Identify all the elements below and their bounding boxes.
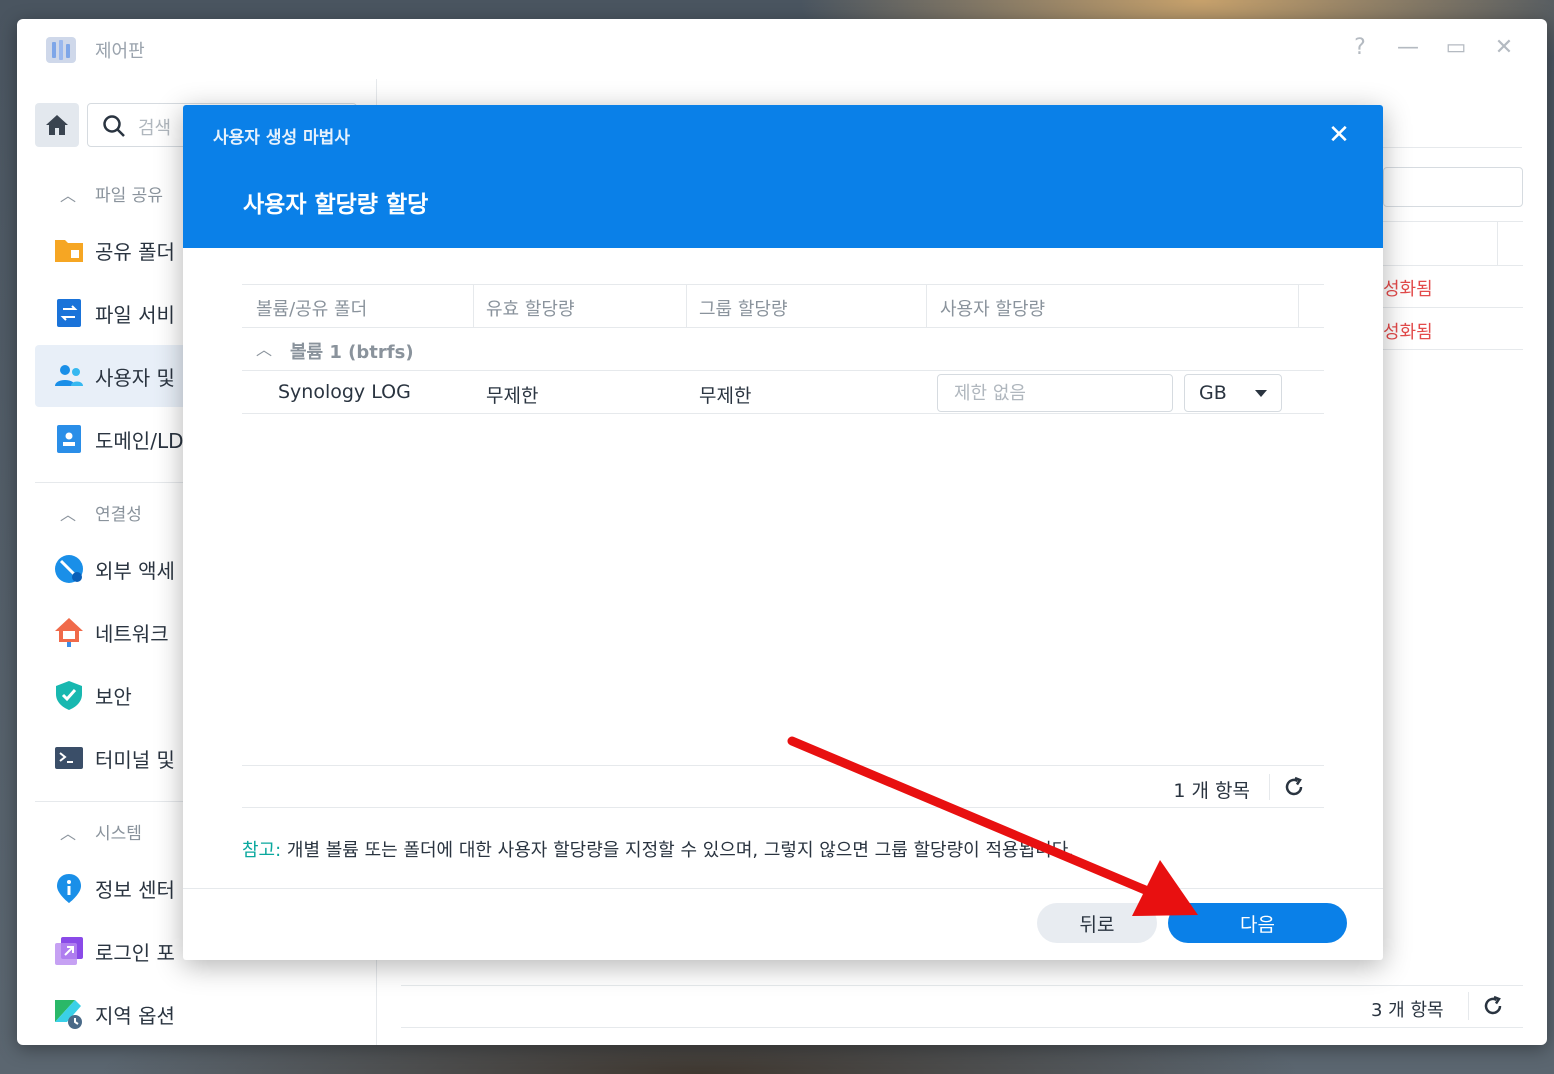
terminal-icon — [55, 747, 83, 769]
section-file-sharing[interactable]: ︿ 파일 공유 — [57, 181, 163, 207]
refresh-icon[interactable] — [1282, 775, 1306, 799]
folder-icon — [55, 240, 83, 262]
bg-item-count: 3 개 항목 — [1371, 1000, 1444, 1021]
home-button[interactable] — [35, 103, 79, 147]
search-placeholder: 검색 — [138, 118, 172, 139]
network-house-icon — [55, 618, 83, 647]
footer-divider — [183, 888, 1383, 889]
close-window-icon[interactable]: ✕ — [1489, 33, 1519, 63]
user-quota-input[interactable] — [937, 374, 1173, 412]
table-footer: 1 개 항목 — [242, 765, 1324, 808]
maximize-icon[interactable]: ▭ — [1441, 33, 1471, 63]
close-icon[interactable]: ✕ — [1325, 121, 1353, 149]
external-access-icon — [55, 555, 83, 583]
file-services-icon — [57, 299, 81, 327]
search-icon — [103, 115, 125, 137]
folder-name: Synology LOG — [278, 381, 411, 403]
unit-select[interactable]: GB — [1184, 374, 1282, 412]
window-title: 제어판 — [95, 41, 145, 62]
bg-divider — [401, 1027, 1523, 1028]
section-connectivity[interactable]: ︿ 연결성 — [57, 500, 142, 526]
footer-separator — [1269, 774, 1270, 800]
control-panel-app-icon — [46, 37, 76, 63]
bg-divider — [1383, 307, 1523, 308]
wizard-title: 사용자 생성 마법사 — [213, 128, 350, 148]
refresh-icon[interactable] — [1481, 994, 1505, 1018]
bg-status-text: 성화됨 — [1383, 279, 1433, 300]
volume-group-row[interactable]: ︿ 볼륨 1 (btrfs) — [242, 328, 1324, 371]
column-separator — [686, 285, 687, 328]
minimize-icon[interactable]: — — [1393, 33, 1423, 63]
item-count: 1 개 항목 — [1173, 780, 1250, 802]
chevron-up-icon: ︿ — [59, 504, 76, 524]
section-system[interactable]: ︿ 시스템 — [57, 819, 142, 845]
unit-value: GB — [1199, 382, 1227, 404]
domain-icon — [57, 425, 81, 453]
help-icon[interactable]: ? — [1345, 33, 1375, 63]
column-separator — [1298, 285, 1299, 328]
user-quota-dialog: 사용자 생성 마법사 사용자 할당량 할당 ✕ 볼륨/공유 폴더 유효 할당량 … — [183, 105, 1383, 960]
chevron-up-icon: ︿ — [256, 340, 273, 359]
users-icon — [55, 365, 83, 386]
caret-down-icon — [1255, 390, 1267, 397]
group-quota: 무제한 — [699, 385, 752, 407]
info-icon — [57, 874, 81, 903]
bg-status-text: 성화됨 — [1383, 322, 1433, 343]
chevron-up-icon: ︿ — [59, 185, 76, 205]
column-header[interactable]: 볼륨/공유 폴더 — [256, 295, 367, 321]
bg-divider — [1383, 349, 1523, 350]
login-portal-icon — [55, 937, 83, 965]
bg-divider — [1383, 265, 1523, 266]
note-text: 참고: 개별 볼륨 또는 폴더에 대한 사용자 할당량을 지정할 수 있으며, … — [242, 836, 1074, 862]
bg-divider — [401, 985, 1523, 986]
home-icon — [46, 115, 68, 135]
titlebar: 제어판 ? — ▭ ✕ — [17, 19, 1547, 79]
column-separator — [926, 285, 927, 328]
regional-options-icon — [55, 1000, 82, 1029]
step-title: 사용자 할당량 할당 — [243, 192, 429, 218]
sidebar-item-regional-options[interactable]: 지역 옵션 — [35, 983, 375, 1045]
shield-icon — [56, 681, 82, 710]
bg-divider — [1468, 992, 1469, 1020]
column-header[interactable]: 유효 할당량 — [486, 295, 575, 321]
column-separator — [473, 285, 474, 328]
volume-group-label: 볼륨 1 (btrfs) — [290, 342, 414, 363]
back-button[interactable]: 뒤로 — [1037, 903, 1157, 943]
table-header: 볼륨/공유 폴더 유효 할당량 그룹 할당량 사용자 할당량 — [242, 284, 1324, 328]
note-label: 참고: — [242, 840, 282, 861]
column-header[interactable]: 그룹 할당량 — [699, 295, 788, 321]
table-row: Synology LOG 무제한 무제한 GB — [242, 371, 1324, 414]
bg-divider — [1497, 221, 1498, 265]
bg-search-field — [1383, 167, 1523, 207]
bg-divider — [1383, 221, 1523, 222]
next-button[interactable]: 다음 — [1168, 903, 1347, 943]
effective-quota: 무제한 — [486, 385, 539, 407]
dialog-header: 사용자 생성 마법사 사용자 할당량 할당 ✕ — [183, 105, 1383, 248]
note-body: 개별 볼륨 또는 폴더에 대한 사용자 할당량을 지정할 수 있으며, 그렇지 … — [281, 840, 1074, 861]
column-header[interactable]: 사용자 할당량 — [940, 295, 1045, 321]
chevron-up-icon: ︿ — [59, 823, 76, 843]
